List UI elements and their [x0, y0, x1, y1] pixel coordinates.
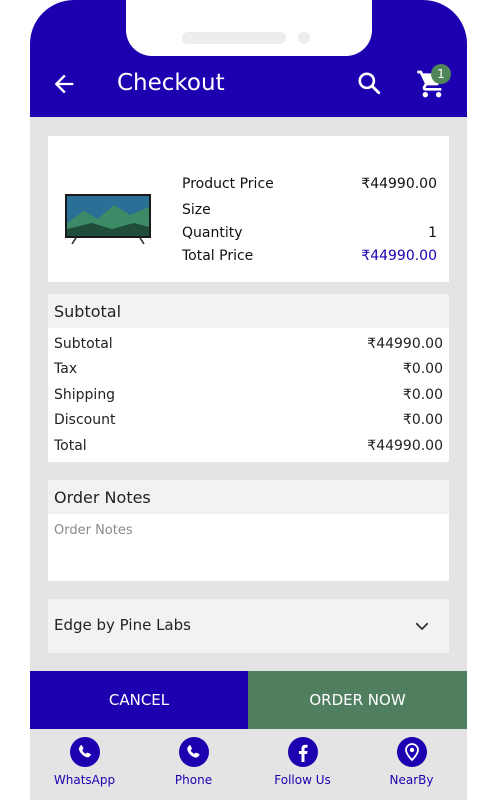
chevron-down-icon [415, 622, 429, 630]
notes-title: Order Notes [54, 488, 151, 507]
order-summary-card: Subtotal Subtotal ₹44990.00 Tax ₹0.00 Sh… [48, 294, 449, 462]
discount-value: ₹0.00 [402, 412, 443, 428]
tv-product-image [65, 194, 151, 245]
phone-notch [126, 0, 372, 56]
shipping-label: Shipping [54, 387, 116, 403]
bottom-tab-bar: WhatsApp Phone Follow Us NearBy [30, 729, 467, 800]
summary-header: Subtotal [48, 294, 449, 328]
subtotal-label: Subtotal [54, 336, 113, 352]
notes-header: Order Notes [48, 480, 449, 514]
order-notes-card: Order Notes Order Notes [48, 480, 449, 581]
camera [298, 32, 310, 44]
shipping-value: ₹0.00 [402, 387, 443, 403]
product-price-label: Product Price [182, 176, 274, 192]
payment-method-value: Edge by Pine Labs [54, 616, 191, 634]
tab-phone[interactable]: Phone [139, 729, 248, 800]
speaker [182, 32, 286, 44]
tab-nearby[interactable]: NearBy [357, 729, 466, 800]
cancel-button[interactable]: CANCEL [30, 671, 248, 729]
cart-count-badge: 1 [431, 64, 451, 84]
location-pin-icon [396, 737, 427, 767]
order-notes-input[interactable]: Order Notes [54, 523, 133, 538]
summary-title: Subtotal [54, 302, 122, 321]
discount-label: Discount [54, 412, 116, 428]
phone-icon [178, 737, 209, 767]
subtotal-value: ₹44990.00 [367, 336, 443, 352]
tax-label: Tax [54, 361, 78, 377]
total-price-label: Total Price [182, 248, 254, 264]
total-price-value: ₹44990.00 [361, 248, 437, 264]
size-label: Size [182, 202, 211, 218]
page-title: Checkout [117, 70, 225, 96]
tab-whatsapp[interactable]: WhatsApp [30, 729, 139, 800]
total-value: ₹44990.00 [367, 438, 443, 454]
tax-value: ₹0.00 [402, 361, 443, 377]
tab-label-follow-us: Follow Us [274, 773, 331, 787]
payment-method-select[interactable]: Edge by Pine Labs [48, 599, 449, 653]
tab-label-nearby: NearBy [389, 773, 434, 787]
order-now-button[interactable]: ORDER NOW [248, 671, 467, 729]
app-header: Checkout 1 [30, 0, 467, 117]
tab-label-phone: Phone [174, 773, 213, 787]
total-label: Total [54, 438, 87, 454]
quantity-label: Quantity [182, 225, 243, 241]
product-price-value: ₹44990.00 [361, 176, 437, 192]
quantity-value: 1 [428, 225, 437, 241]
tab-follow-us[interactable]: Follow Us [248, 729, 357, 800]
product-card: Product Price ₹44990.00 Size Quantity 1 … [48, 136, 449, 282]
back-arrow-icon[interactable] [50, 70, 78, 98]
whatsapp-icon [69, 737, 100, 767]
phone-frame: Checkout 1 Product Price ₹44990.00 Size … [30, 0, 467, 800]
facebook-icon [287, 737, 318, 767]
search-icon[interactable] [356, 70, 382, 96]
tab-label-whatsapp: WhatsApp [53, 773, 116, 787]
